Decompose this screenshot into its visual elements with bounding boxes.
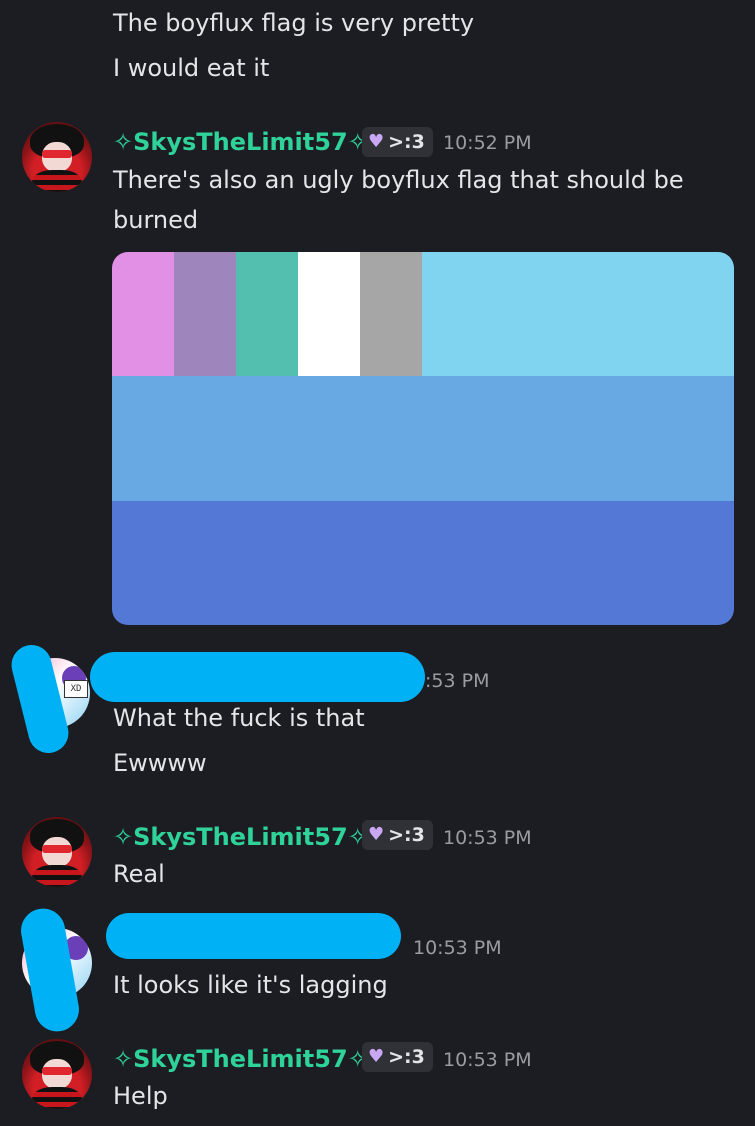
- guild-tag[interactable]: ♥ >:3: [362, 127, 433, 157]
- username-redaction: [106, 913, 401, 959]
- flag-block-4: [298, 252, 360, 376]
- guild-tag-label: >:3: [388, 824, 425, 846]
- flag-block-1: [112, 252, 174, 376]
- flag-middle-stripe: [112, 376, 734, 501]
- timestamp: :53 PM: [425, 670, 490, 692]
- flag-top-rest: [422, 252, 734, 376]
- message-text: Ewwww: [113, 749, 207, 777]
- timestamp: 10:53 PM: [443, 827, 532, 849]
- flag-block-3: [236, 252, 298, 376]
- username[interactable]: ✧SkysTheLimit57✧: [113, 1044, 368, 1074]
- message-text: What the fuck is that: [113, 704, 365, 732]
- message-text: Help: [113, 1082, 168, 1110]
- heart-icon: ♥: [368, 131, 385, 152]
- avatar[interactable]: [22, 1039, 92, 1109]
- message-text: burned: [113, 206, 199, 234]
- flag-bottom-stripe: [112, 501, 734, 625]
- message-text: There's also an ugly boyflux flag that s…: [113, 166, 684, 194]
- message-text: I would eat it: [113, 54, 270, 82]
- avatar[interactable]: [22, 122, 92, 192]
- username-redaction: [90, 652, 425, 702]
- timestamp: 10:53 PM: [413, 937, 502, 959]
- username[interactable]: ✧SkysTheLimit57✧: [113, 127, 368, 157]
- flag-image-attachment[interactable]: [112, 252, 734, 625]
- flag-block-5: [360, 252, 422, 376]
- timestamp: 10:53 PM: [443, 1049, 532, 1071]
- timestamp: 10:52 PM: [443, 132, 532, 154]
- guild-tag[interactable]: ♥ >:3: [362, 820, 433, 850]
- flag-block-2: [174, 252, 236, 376]
- avatar-text: XD: [64, 680, 88, 698]
- avatar[interactable]: [22, 817, 92, 887]
- heart-icon: ♥: [368, 1046, 385, 1067]
- message-text: The boyflux flag is very pretty: [113, 9, 475, 37]
- guild-tag-label: >:3: [388, 1046, 425, 1068]
- message-text: It looks like it's lagging: [113, 971, 388, 999]
- heart-icon: ♥: [368, 824, 385, 845]
- guild-tag-label: >:3: [388, 131, 425, 153]
- message-text: Real: [113, 860, 165, 888]
- username[interactable]: ✧SkysTheLimit57✧: [113, 822, 368, 852]
- guild-tag[interactable]: ♥ >:3: [362, 1042, 433, 1072]
